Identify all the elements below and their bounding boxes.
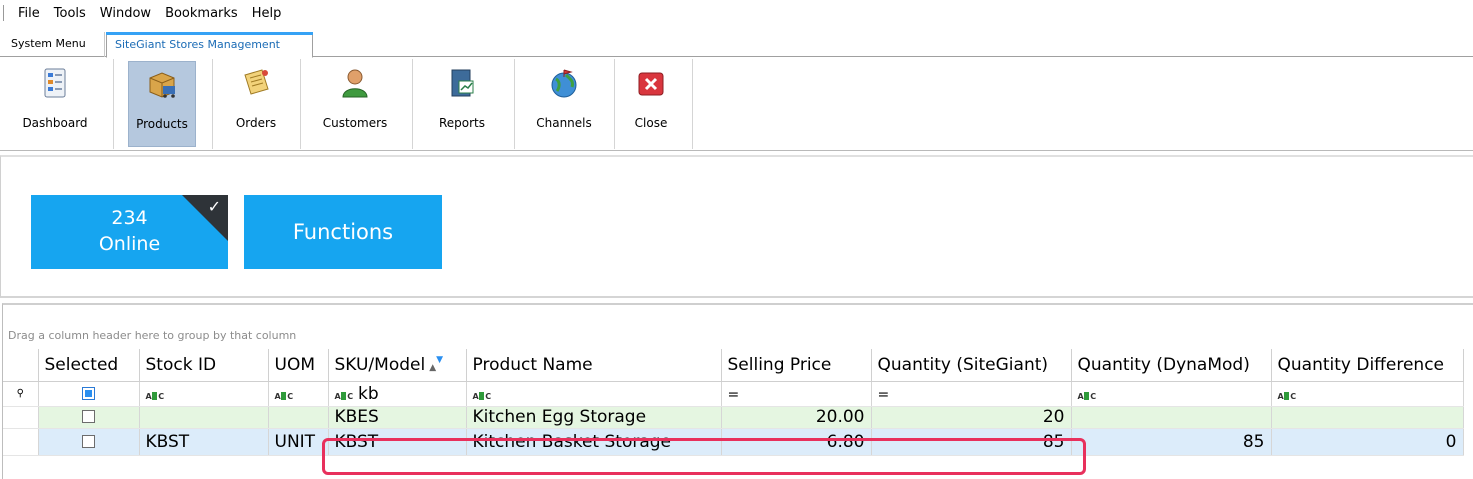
- column-header-product-name[interactable]: Product Name: [466, 349, 722, 382]
- column-header-qty-difference[interactable]: Quantity Difference: [1271, 349, 1464, 382]
- tab-system-menu[interactable]: System Menu: [3, 32, 105, 57]
- cell-qty-difference[interactable]: [1271, 406, 1464, 429]
- filter-qty-sitegiant[interactable]: =: [871, 381, 1072, 407]
- tab-sitegiant-stores[interactable]: SiteGiant Stores Management: [106, 32, 313, 58]
- column-header-sku[interactable]: SKU/Model ▲▼: [328, 349, 467, 382]
- text-filter-icon: AC: [274, 391, 294, 401]
- ribbon-separator: [692, 59, 693, 149]
- group-by-hint[interactable]: Drag a column header here to group by th…: [3, 305, 1473, 349]
- filter-qty-difference[interactable]: AC: [1271, 381, 1464, 407]
- filter-stock-id[interactable]: AC: [139, 381, 269, 407]
- cell-stock-id[interactable]: [139, 406, 269, 429]
- menu-bar: File Tools Window Bookmarks Help: [0, 0, 1473, 26]
- ribbon-separator: [412, 59, 413, 149]
- column-header-stock-id[interactable]: Stock ID: [139, 349, 269, 382]
- auto-filter-row: ⚲ AC AC AC kb AC = = AC AC: [3, 381, 1464, 407]
- cell-uom[interactable]: [268, 406, 329, 429]
- filter-sku[interactable]: AC kb: [328, 381, 467, 407]
- summary-panel: 234 Online ✓ Functions: [0, 155, 1473, 298]
- online-products-tile[interactable]: 234 Online ✓: [31, 195, 228, 269]
- header-row: Selected Stock ID UOM SKU/Model ▲▼ Produc…: [3, 349, 1464, 382]
- cell-qty-difference[interactable]: 0: [1271, 428, 1464, 456]
- table-row[interactable]: KBES Kitchen Egg Storage 20.00 20: [3, 406, 1464, 429]
- column-header-selling-price[interactable]: Selling Price: [721, 349, 872, 382]
- equals-filter-icon: =: [877, 386, 890, 403]
- menu-bookmarks[interactable]: Bookmarks: [158, 6, 245, 21]
- close-icon: [638, 72, 664, 96]
- filter-product-name[interactable]: AC: [466, 381, 722, 407]
- menu-help[interactable]: Help: [245, 6, 289, 21]
- filter-checkbox[interactable]: [82, 387, 95, 400]
- cell-selected[interactable]: [38, 428, 140, 456]
- row-indicator: [3, 406, 39, 429]
- filter-sku-value: kb: [357, 383, 379, 404]
- sku-header-label: SKU/Model: [334, 354, 426, 375]
- ribbon-toolbar: Dashboard Products Orders Customers Repo…: [0, 57, 1473, 151]
- products-icon: [149, 72, 175, 98]
- filter-selling-price[interactable]: =: [721, 381, 872, 407]
- reports-icon: [451, 69, 474, 97]
- text-filter-icon: AC: [472, 391, 492, 401]
- equals-filter-icon: =: [727, 386, 740, 403]
- orders-icon: [244, 69, 269, 95]
- channels-button[interactable]: Channels: [522, 61, 606, 147]
- cell-uom[interactable]: UNIT: [268, 428, 329, 456]
- filter-funnel-icon[interactable]: ▼: [436, 355, 443, 365]
- functions-button[interactable]: Functions: [244, 195, 442, 269]
- menu-tools[interactable]: Tools: [47, 6, 93, 21]
- products-button[interactable]: Products: [128, 61, 196, 147]
- orders-label: Orders: [235, 116, 277, 130]
- text-filter-icon: AC: [145, 391, 165, 401]
- menu-window[interactable]: Window: [93, 6, 158, 21]
- cell-qty-dynamod[interactable]: [1071, 406, 1272, 429]
- channels-label: Channels: [536, 116, 592, 130]
- filter-qty-dynamod[interactable]: AC: [1071, 381, 1272, 407]
- cell-product-name[interactable]: Kitchen Egg Storage: [466, 406, 722, 429]
- column-header-qty-dynamod[interactable]: Quantity (DynaMod): [1071, 349, 1272, 382]
- text-filter-icon: AC: [1077, 391, 1097, 401]
- cell-qty-sitegiant[interactable]: 20: [871, 406, 1072, 429]
- menu-file[interactable]: File: [11, 6, 47, 21]
- customers-icon: [342, 69, 368, 98]
- column-header-uom[interactable]: UOM: [268, 349, 329, 382]
- checkmark-icon: ✓: [207, 197, 221, 216]
- text-filter-icon: AC: [334, 391, 354, 401]
- ribbon-separator: [300, 59, 301, 149]
- filter-selected[interactable]: [38, 381, 140, 407]
- cell-stock-id[interactable]: KBST: [139, 428, 269, 456]
- row-checkbox[interactable]: [82, 410, 95, 423]
- reports-button[interactable]: Reports: [422, 61, 502, 147]
- tile-corner: [182, 195, 228, 241]
- channels-icon: [551, 69, 577, 98]
- dashboard-icon: [44, 68, 66, 98]
- row-checkbox[interactable]: [82, 435, 95, 448]
- row-indicator-header: [3, 349, 39, 382]
- column-header-qty-sitegiant[interactable]: Quantity (SiteGiant): [871, 349, 1072, 382]
- reports-label: Reports: [438, 116, 486, 130]
- customers-button[interactable]: Customers: [310, 61, 400, 147]
- ribbon-separator: [514, 59, 515, 149]
- highlight-annotation: [322, 438, 1086, 475]
- close-label: Close: [634, 116, 668, 130]
- row-indicator: [3, 428, 39, 456]
- cell-sku[interactable]: KBES: [328, 406, 467, 429]
- cell-qty-dynamod[interactable]: 85: [1071, 428, 1272, 456]
- tab-strip: System Menu SiteGiant Stores Management: [0, 30, 1473, 58]
- ribbon-separator: [113, 59, 114, 149]
- close-button[interactable]: Close: [620, 61, 682, 147]
- customers-label: Customers: [322, 116, 388, 130]
- ribbon-separator: [212, 59, 213, 149]
- orders-button[interactable]: Orders: [216, 61, 296, 147]
- products-label: Products: [136, 117, 188, 131]
- cell-selling-price[interactable]: 20.00: [721, 406, 872, 429]
- dashboard-label: Dashboard: [22, 116, 88, 130]
- cell-selected[interactable]: [38, 406, 140, 429]
- dashboard-button[interactable]: Dashboard: [10, 61, 100, 147]
- menu-grip: [3, 5, 5, 21]
- filter-pin-icon: ⚲: [3, 381, 39, 407]
- text-filter-icon: AC: [1277, 391, 1297, 401]
- ribbon-separator: [614, 59, 615, 149]
- column-header-selected[interactable]: Selected: [38, 349, 140, 382]
- filter-uom[interactable]: AC: [268, 381, 329, 407]
